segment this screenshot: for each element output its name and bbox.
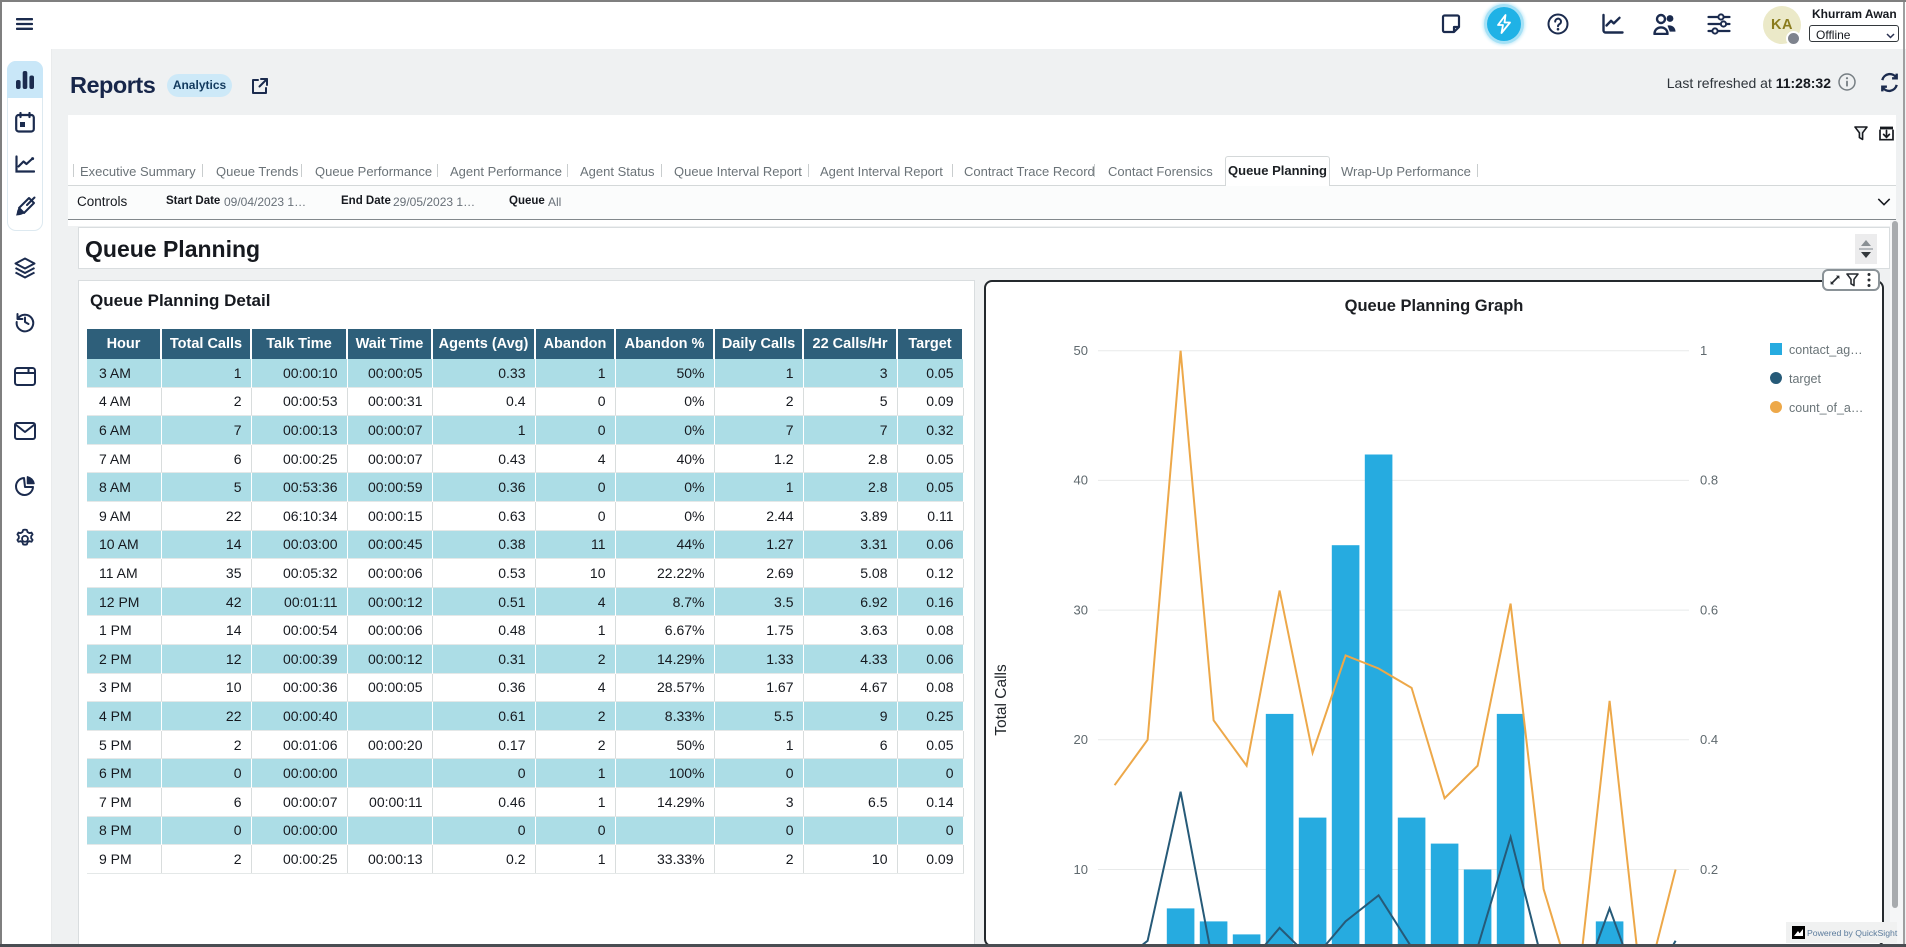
svg-text:30: 30 — [1074, 602, 1088, 617]
svg-text:20: 20 — [1074, 732, 1088, 747]
svg-text:10: 10 — [1074, 862, 1088, 877]
svg-text:1: 1 — [1700, 343, 1707, 358]
svg-text:0.8: 0.8 — [1700, 473, 1718, 488]
svg-text:Total Calls: Total Calls — [993, 664, 1010, 736]
svg-text:count_of_a…: count_of_a… — [1789, 401, 1863, 415]
svg-text:0.4: 0.4 — [1700, 732, 1718, 747]
svg-text:40: 40 — [1074, 473, 1088, 488]
svg-text:Queue Planning Graph: Queue Planning Graph — [1345, 297, 1524, 315]
svg-text:50: 50 — [1074, 343, 1088, 358]
svg-text:target: target — [1789, 372, 1821, 386]
svg-text:0.2: 0.2 — [1700, 862, 1718, 877]
svg-text:0.6: 0.6 — [1700, 602, 1718, 617]
svg-text:contact_ag…: contact_ag… — [1789, 343, 1863, 357]
